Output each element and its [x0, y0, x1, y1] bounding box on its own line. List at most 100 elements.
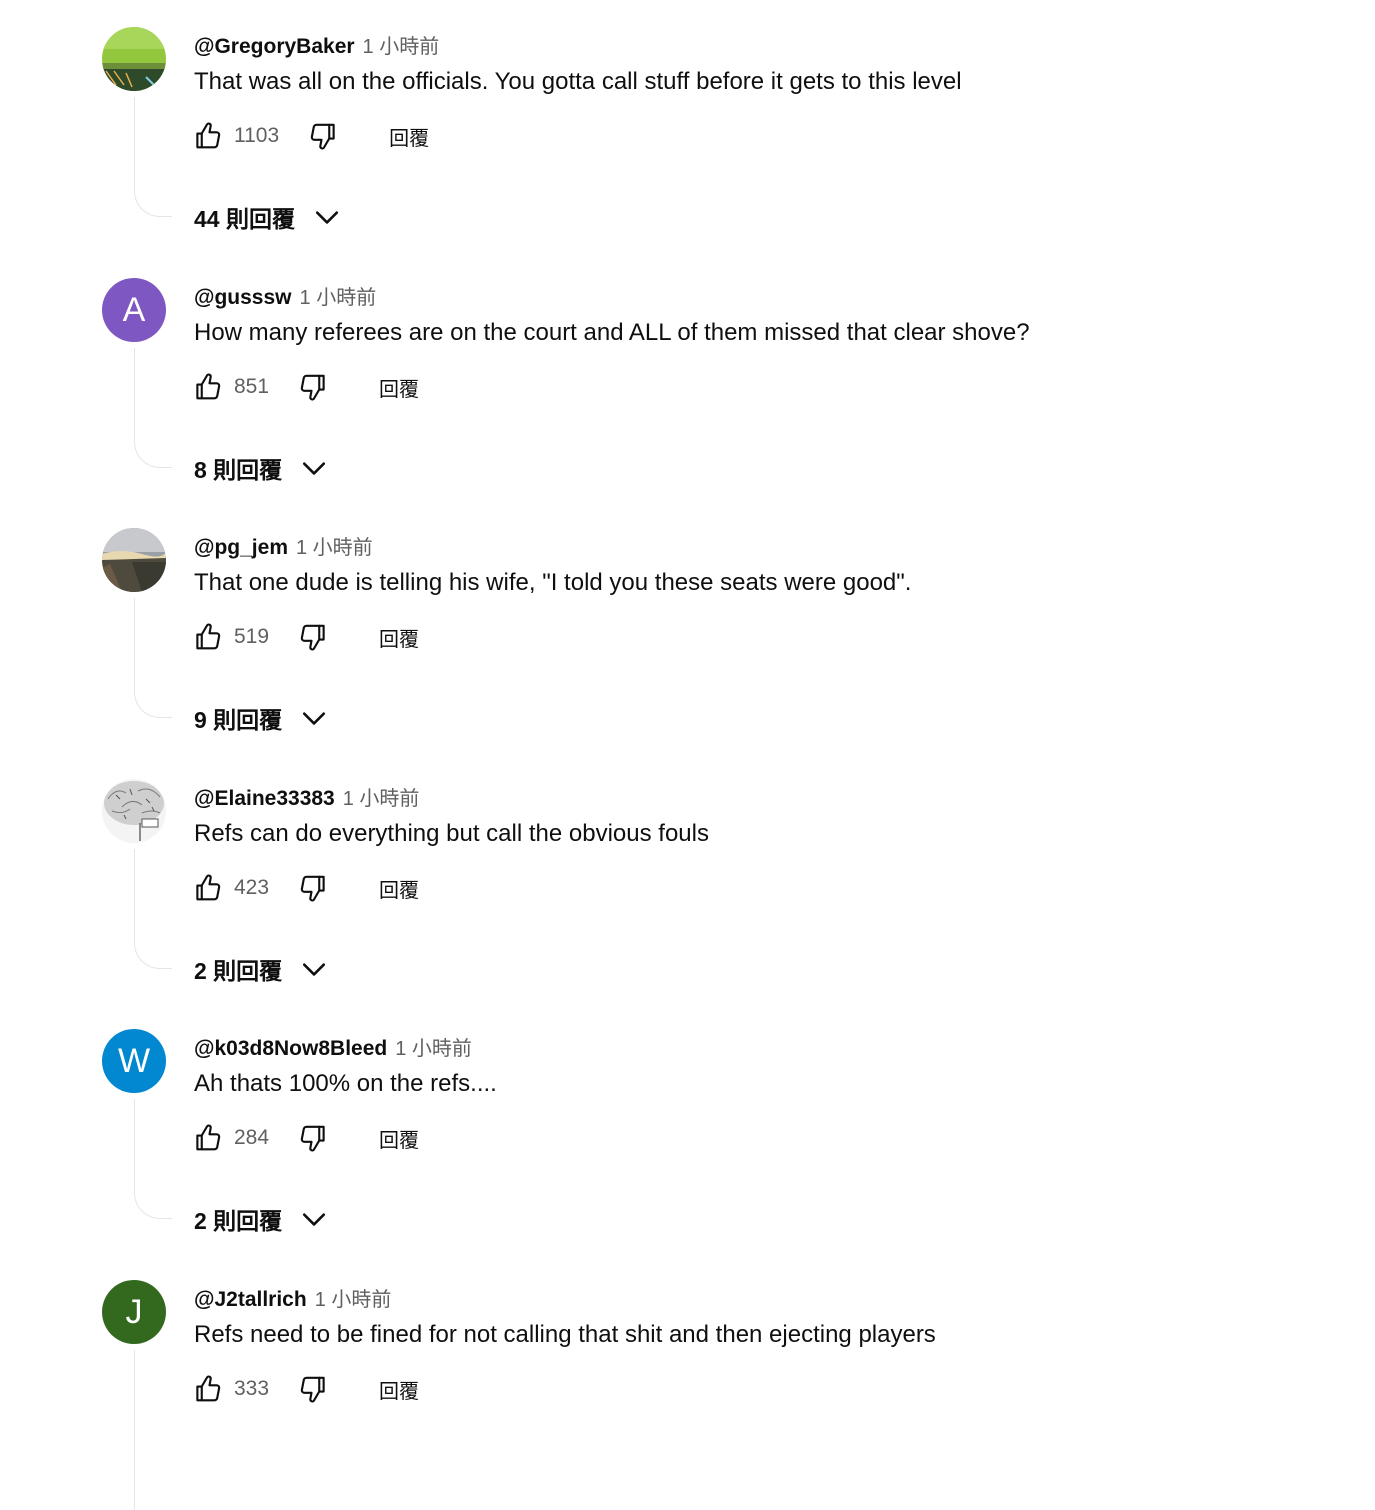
dislike-button[interactable]: [307, 120, 339, 152]
comment-text: That was all on the officials. You gotta…: [194, 68, 962, 95]
comment-actions: 851 回覆: [192, 369, 419, 405]
sketch-tree-avatar-icon: [102, 779, 166, 843]
dislike-button[interactable]: [297, 872, 329, 904]
comment-actions: 519 回覆: [192, 619, 419, 655]
thread-connector-line: [134, 849, 172, 969]
thumb-down-icon: [300, 624, 325, 651]
dislike-button[interactable]: [297, 1373, 329, 1405]
view-replies-button[interactable]: 44 則回覆: [194, 200, 341, 234]
comment-header: @pg_jem 1 小時前: [194, 531, 373, 559]
chevron-down-icon: [300, 454, 328, 482]
comment-thread: @pg_jem 1 小時前 That one dude is telling h…: [0, 501, 1375, 752]
comment-header: @GregoryBaker 1 小時前: [194, 30, 439, 58]
comment-actions: 333 回覆: [192, 1371, 419, 1407]
replies-count-label: 8 則回覆: [194, 457, 283, 483]
chevron-down-icon: [300, 704, 328, 732]
comment-header: @gusssw 1 小時前: [194, 281, 376, 309]
like-button[interactable]: [192, 621, 224, 653]
avatar[interactable]: W: [102, 1029, 166, 1093]
avatar[interactable]: [102, 779, 166, 843]
comment-time[interactable]: 1 小時前: [300, 281, 377, 310]
view-replies-button[interactable]: 8 則回覆: [194, 451, 328, 485]
comment-actions: 423 回覆: [192, 870, 419, 906]
reply-button[interactable]: 回覆: [379, 373, 419, 402]
replies-count-label: 2 則回覆: [194, 958, 283, 984]
thumb-down-icon: [300, 1125, 325, 1152]
view-replies-button[interactable]: 9 則回覆: [194, 701, 328, 735]
comment-time[interactable]: 1 小時前: [395, 1032, 472, 1061]
thread-connector-line: [134, 1099, 172, 1219]
thumb-down-icon: [310, 123, 335, 150]
like-count: 333: [234, 1377, 270, 1400]
thread-connector-line: [134, 1350, 172, 1510]
like-count: 423: [234, 876, 270, 899]
like-button[interactable]: [192, 371, 224, 403]
like-count: 851: [234, 375, 270, 398]
comment-thread: @GregoryBaker 1 小時前 That was all on the …: [0, 0, 1375, 251]
comment-text: That one dude is telling his wife, "I to…: [194, 569, 912, 596]
comment-thread: A @gusssw 1 小時前 How many referees are on…: [0, 251, 1375, 502]
avatar[interactable]: J: [102, 1280, 166, 1344]
comment-time[interactable]: 1 小時前: [296, 531, 373, 560]
comment-author[interactable]: @GregoryBaker: [194, 35, 355, 59]
green-court-photo-avatar-icon: [102, 27, 166, 91]
comment-thread: @Elaine33383 1 小時前 Refs can do everythin…: [0, 752, 1375, 1003]
like-count: 519: [234, 625, 270, 648]
like-button[interactable]: [192, 120, 224, 152]
comment-author[interactable]: @J2tallrich: [194, 1288, 307, 1312]
comment-text: How many referees are on the court and A…: [194, 319, 1030, 346]
thumb-down-icon: [300, 875, 325, 902]
thumb-up-icon: [196, 373, 221, 400]
thread-connector-line: [134, 348, 172, 468]
avatar-letter: J: [125, 1292, 143, 1331]
comment-author[interactable]: @Elaine33383: [194, 787, 335, 811]
replies-count-label: 9 則回覆: [194, 707, 283, 733]
thread-connector-line: [134, 598, 172, 718]
like-button[interactable]: [192, 1373, 224, 1405]
comment-header: @J2tallrich 1 小時前: [194, 1283, 391, 1311]
dislike-button[interactable]: [297, 621, 329, 653]
replies-count-label: 2 則回覆: [194, 1208, 283, 1234]
reply-button[interactable]: 回覆: [379, 1375, 419, 1404]
like-count: 1103: [234, 124, 280, 147]
reply-button[interactable]: 回覆: [379, 623, 419, 652]
thumb-down-icon: [300, 374, 325, 401]
avatar[interactable]: [102, 528, 166, 592]
replies-count-label: 44 則回覆: [194, 206, 295, 232]
thumb-down-icon: [300, 1376, 325, 1403]
like-button[interactable]: [192, 872, 224, 904]
thumb-up-icon: [196, 1375, 221, 1402]
thumb-up-icon: [196, 874, 221, 901]
landscape-photo-avatar-icon: [102, 528, 166, 592]
comment-text: Refs need to be fined for not calling th…: [194, 1321, 936, 1348]
comment-actions: 284 回覆: [192, 1120, 419, 1156]
comment-thread: W @k03d8Now8Bleed 1 小時前 Ah thats 100% on…: [0, 1002, 1375, 1253]
dislike-button[interactable]: [297, 371, 329, 403]
thread-connector-line: [134, 97, 172, 217]
comment-header: @Elaine33383 1 小時前: [194, 782, 419, 810]
reply-button[interactable]: 回覆: [379, 1124, 419, 1153]
dislike-button[interactable]: [297, 1122, 329, 1154]
comment-author[interactable]: @gusssw: [194, 286, 292, 310]
comment-time[interactable]: 1 小時前: [343, 782, 420, 811]
comment-text: Refs can do everything but call the obvi…: [194, 820, 709, 847]
view-replies-button[interactable]: 2 則回覆: [194, 1202, 328, 1236]
comment-time[interactable]: 1 小時前: [315, 1283, 392, 1312]
comment-author[interactable]: @pg_jem: [194, 536, 288, 560]
thumb-up-icon: [196, 1124, 221, 1151]
comment-actions: 1103 回覆: [192, 118, 429, 154]
thumb-up-icon: [196, 122, 221, 149]
view-replies-button[interactable]: 2 則回覆: [194, 952, 328, 986]
avatar[interactable]: [102, 27, 166, 91]
like-count: 284: [234, 1126, 270, 1149]
chevron-down-icon: [300, 955, 328, 983]
comment-thread: J @J2tallrich 1 小時前 Refs need to be fine…: [0, 1253, 1375, 1510]
comment-author[interactable]: @k03d8Now8Bleed: [194, 1037, 387, 1061]
like-button[interactable]: [192, 1122, 224, 1154]
chevron-down-icon: [300, 1205, 328, 1233]
avatar[interactable]: A: [102, 278, 166, 342]
avatar-letter: W: [117, 1041, 151, 1080]
comment-time[interactable]: 1 小時前: [363, 30, 440, 59]
reply-button[interactable]: 回覆: [389, 122, 429, 151]
reply-button[interactable]: 回覆: [379, 874, 419, 903]
